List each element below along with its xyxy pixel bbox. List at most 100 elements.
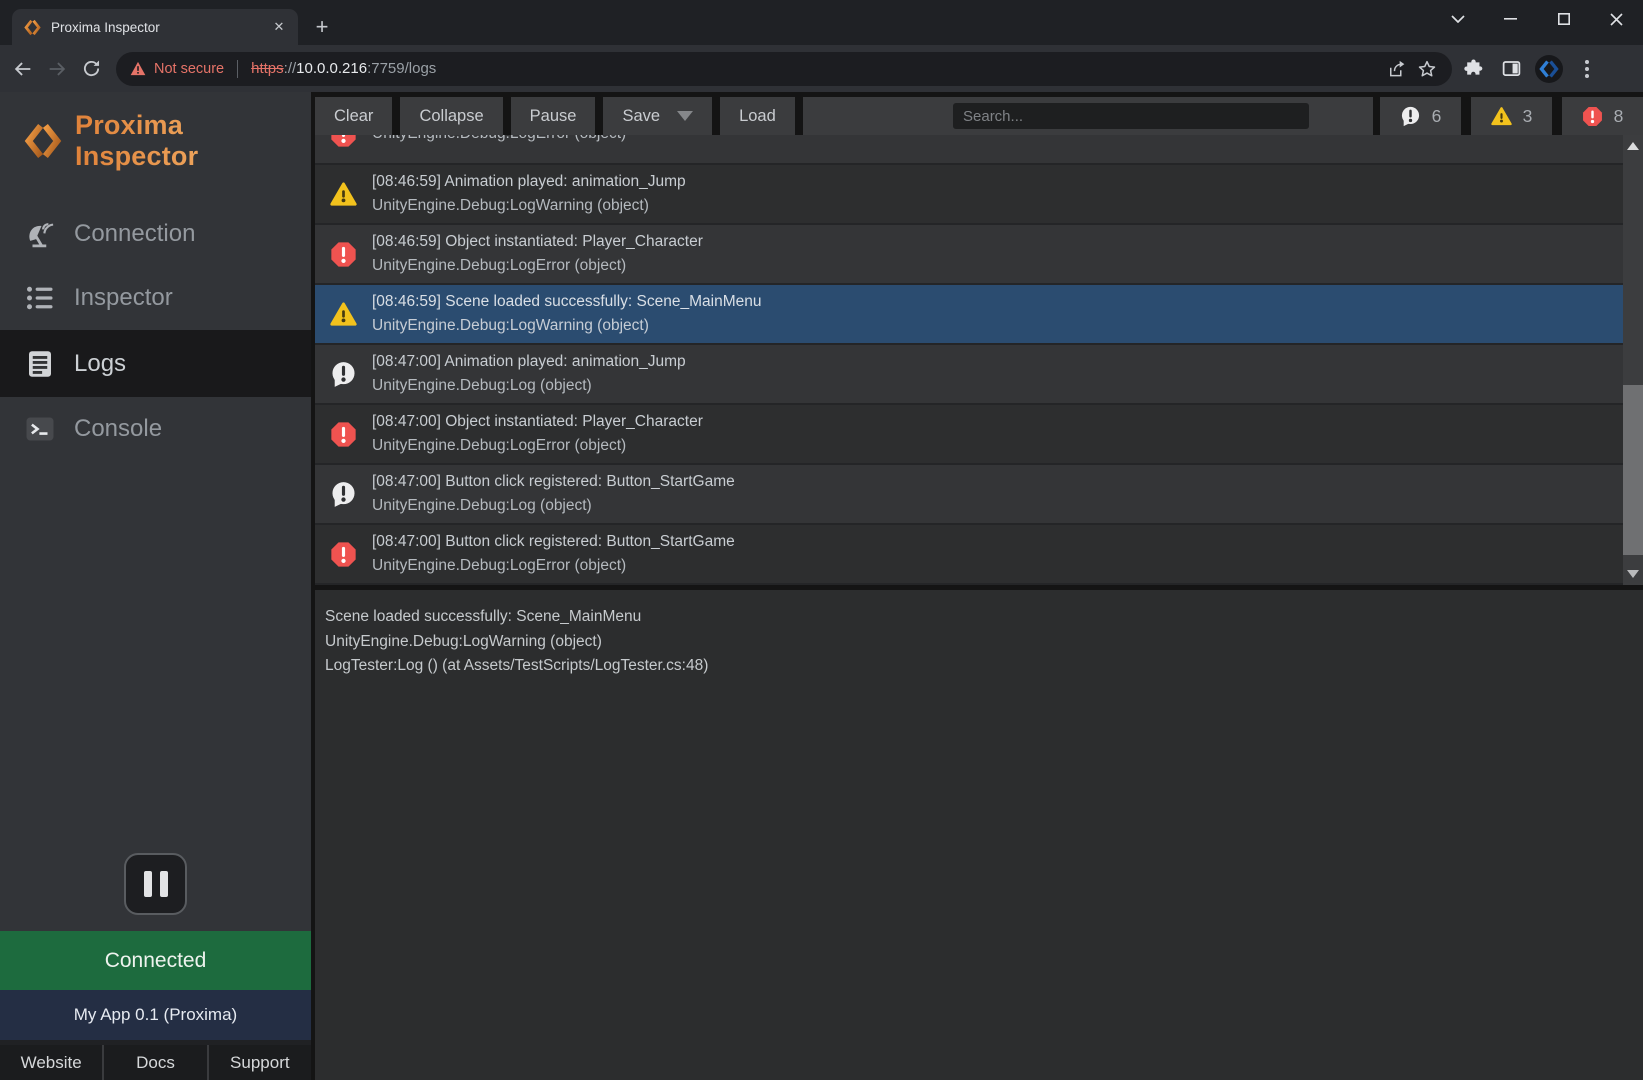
sidebar-item-logs[interactable]: Logs — [0, 330, 311, 397]
window-minimize-button[interactable] — [1484, 0, 1537, 38]
error-count-badge[interactable]: 8 — [1557, 97, 1643, 135]
browser-tab-strip: Proxima Inspector ✕ + — [0, 0, 1643, 45]
log-list: UnityEngine.Debug:LogError (object)[08:4… — [315, 135, 1643, 585]
log-row[interactable]: [08:47:00] Object instantiated: Player_C… — [315, 405, 1643, 465]
window-close-button[interactable] — [1590, 0, 1643, 38]
error-icon — [330, 135, 357, 148]
bookmark-star-icon[interactable] — [1412, 54, 1442, 84]
app-info-bar: My App 0.1 (Proxima) — [0, 990, 311, 1040]
log-row-content: [08:47:00] Animation played: animation_J… — [315, 345, 1617, 403]
info-icon — [330, 481, 357, 508]
sidebar-item-console[interactable]: Console — [0, 397, 311, 461]
log-row-content: [08:47:00] Button click registered: Butt… — [315, 525, 1617, 583]
log-row[interactable]: [08:46:59] Scene loaded successfully: Sc… — [315, 285, 1643, 345]
log-message: [08:47:00] Object instantiated: Player_C… — [372, 410, 703, 434]
browser-url-toolbar: Not secure https://10.0.0.216:7759/logs — [0, 45, 1643, 92]
search-input[interactable] — [953, 103, 1309, 129]
app-logo: Proxima Inspector — [24, 110, 311, 172]
forward-button[interactable] — [40, 52, 74, 86]
load-button[interactable]: Load — [720, 97, 795, 135]
log-trace: UnityEngine.Debug:LogError (object) — [372, 554, 735, 578]
scrollbar-thumb[interactable] — [1623, 385, 1643, 555]
log-row[interactable]: [08:46:59] Object instantiated: Player_C… — [315, 225, 1643, 285]
url-scheme: https — [251, 60, 284, 77]
warning-count: 3 — [1523, 106, 1533, 127]
info-count: 6 — [1432, 106, 1442, 127]
footer-link-docs[interactable]: Docs — [102, 1045, 206, 1080]
proxima-favicon-icon — [24, 19, 41, 36]
log-row-content: [08:46:59] Scene loaded successfully: Sc… — [315, 285, 1617, 343]
footer-link-website[interactable]: Website — [0, 1045, 102, 1080]
clear-button[interactable]: Clear — [315, 97, 392, 135]
log-row-text: UnityEngine.Debug:LogError (object) — [372, 135, 626, 146]
log-row-text: [08:46:59] Animation played: animation_J… — [372, 170, 686, 218]
side-panel-icon[interactable] — [1494, 52, 1528, 86]
url-path: :7759/logs — [367, 60, 436, 77]
tab-search-chevron-icon[interactable] — [1431, 0, 1484, 38]
browser-menu-icon[interactable] — [1570, 52, 1604, 86]
button-label: Clear — [334, 107, 373, 126]
log-trace: UnityEngine.Debug:Log (object) — [372, 494, 735, 518]
connection-status-bar: Connected — [0, 931, 311, 990]
scroll-down-arrow-icon[interactable] — [1627, 570, 1639, 578]
proxima-extension-icon[interactable] — [1532, 52, 1566, 86]
log-row[interactable]: [08:47:00] Button click registered: Butt… — [315, 525, 1643, 585]
share-icon[interactable] — [1382, 54, 1412, 84]
log-trace: UnityEngine.Debug:LogError (object) — [372, 434, 703, 458]
url-host: 10.0.0.216 — [296, 60, 367, 77]
log-row[interactable]: [08:46:59] Animation played: animation_J… — [315, 165, 1643, 225]
sidebar-item-connection[interactable]: Connection — [0, 202, 311, 266]
log-row[interactable]: [08:47:00] Animation played: animation_J… — [315, 345, 1643, 405]
button-label: Save — [622, 107, 660, 126]
scroll-up-arrow-icon[interactable] — [1627, 142, 1639, 150]
pause-button[interactable]: Pause — [511, 97, 596, 135]
satellite-icon — [25, 219, 55, 249]
footer-link-support[interactable]: Support — [207, 1045, 311, 1080]
sidebar-item-label: Inspector — [74, 284, 173, 312]
tab-close-icon[interactable]: ✕ — [270, 18, 288, 36]
log-detail-panel: Scene loaded successfully: Scene_MainMen… — [315, 590, 1643, 679]
warning-icon — [1491, 106, 1512, 127]
log-message: [08:47:00] Button click registered: Butt… — [372, 530, 735, 554]
log-message: [08:46:59] Animation played: animation_J… — [372, 170, 686, 194]
log-row-text: [08:47:00] Button click registered: Butt… — [372, 470, 735, 518]
tab-title: Proxima Inspector — [51, 20, 270, 35]
browser-tab[interactable]: Proxima Inspector ✕ — [12, 9, 298, 45]
reload-button[interactable] — [74, 52, 108, 86]
log-trace: UnityEngine.Debug:LogWarning (object) — [372, 194, 686, 218]
log-scrollbar[interactable] — [1623, 135, 1643, 585]
collapse-button[interactable]: Collapse — [400, 97, 502, 135]
log-row[interactable]: UnityEngine.Debug:LogError (object) — [315, 135, 1643, 165]
sidebar-item-inspector[interactable]: Inspector — [0, 266, 311, 330]
warning-icon — [330, 181, 357, 208]
window-maximize-button[interactable] — [1537, 0, 1590, 38]
warning-count-badge[interactable]: 3 — [1466, 97, 1552, 135]
save-dropdown-caret-icon[interactable] — [677, 111, 693, 121]
log-row-content: [08:47:00] Button click registered: Butt… — [315, 465, 1617, 523]
back-button[interactable] — [6, 52, 40, 86]
terminal-icon — [25, 414, 55, 444]
sidebar: Proxima Inspector Connection Inspector Log… — [0, 92, 311, 1080]
log-row[interactable]: [08:47:00] Button click registered: Butt… — [315, 465, 1643, 525]
logs-panel: Clear CollapsePause Save Load 6 3 8 UnityEngi… — [311, 92, 1643, 1080]
log-trace: UnityEngine.Debug:LogError (object) — [372, 135, 626, 146]
logs-toolbar: Clear CollapsePause Save Load 6 3 8 — [315, 97, 1643, 135]
omnibox[interactable]: Not secure https://10.0.0.216:7759/logs — [116, 52, 1452, 86]
not-secure-chip[interactable]: Not secure — [130, 61, 224, 77]
info-count-badge[interactable]: 6 — [1375, 97, 1461, 135]
log-row-content: [08:46:59] Object instantiated: Player_C… — [315, 225, 1617, 283]
extensions-puzzle-icon[interactable] — [1456, 52, 1490, 86]
error-count: 8 — [1614, 106, 1624, 127]
document-icon — [25, 349, 55, 379]
security-warning-icon — [130, 61, 146, 76]
log-message: [08:47:00] Animation played: animation_J… — [372, 350, 686, 374]
save-button[interactable]: Save — [603, 97, 712, 135]
list-icon — [25, 283, 55, 313]
detail-line: UnityEngine.Debug:LogWarning (object) — [325, 630, 1623, 655]
pause-stream-button[interactable] — [124, 853, 187, 915]
error-icon — [1582, 106, 1603, 127]
new-tab-button[interactable]: + — [308, 13, 336, 41]
sidebar-item-label: Console — [74, 415, 162, 443]
url-text: https://10.0.0.216:7759/logs — [251, 60, 436, 77]
search-area — [803, 97, 1373, 135]
